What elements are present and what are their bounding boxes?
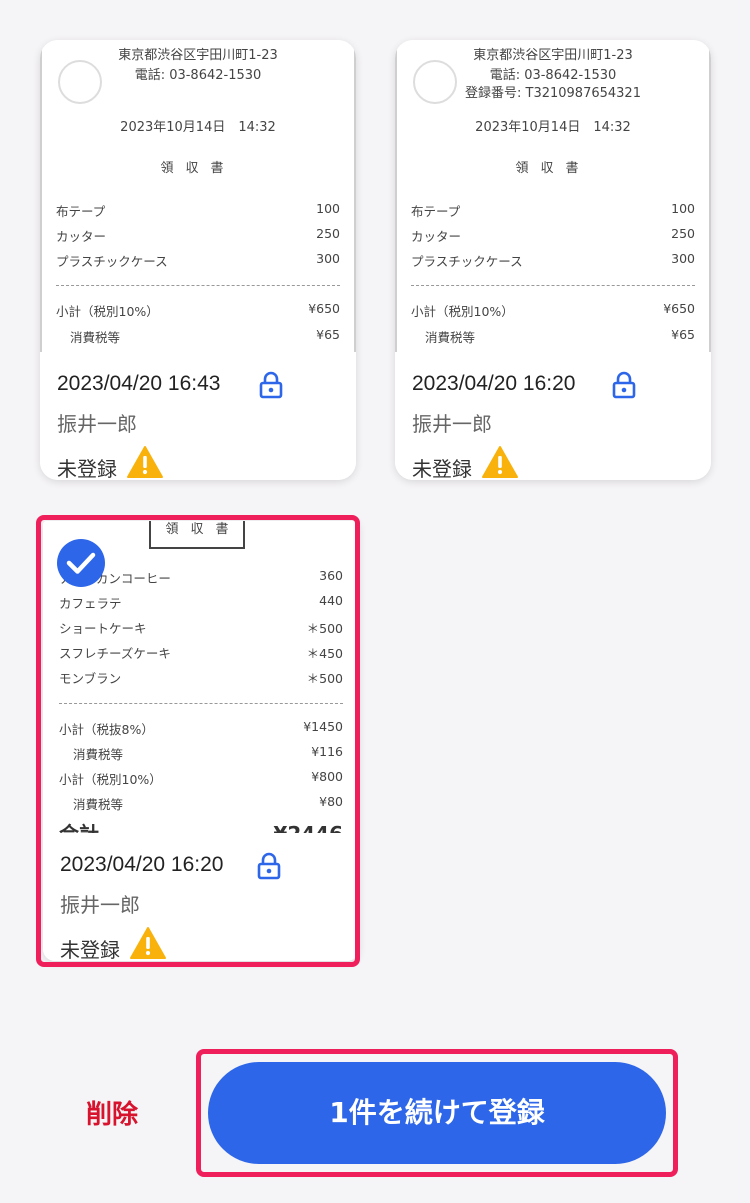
line-item: カッター 250 bbox=[56, 226, 340, 244]
receipt-title: 領収書 bbox=[149, 521, 245, 549]
delete-button[interactable]: 削除 bbox=[86, 1094, 138, 1131]
receipt-card-1[interactable]: 東京都渋谷区宇田川町1-23 電話: 03-8642-1530 2023年10月… bbox=[40, 40, 356, 480]
line-item: モンブラン ＊500 bbox=[59, 671, 343, 686]
receipt-info: 2023/04/20 16:43 振井一郎 未登録 bbox=[40, 352, 356, 480]
line-item: カッター 250 bbox=[411, 226, 695, 244]
line-item: 布テープ 100 bbox=[411, 201, 695, 219]
receipt-thumbnail: 領収書 アメリカンコーヒー 360 カフェラテ 440 ショートケーキ ＊500 スフ… bbox=[43, 521, 359, 833]
warning-icon bbox=[482, 446, 518, 478]
subtotal-row: 小計（税別10%） ¥650 bbox=[56, 301, 340, 319]
paper-edge bbox=[354, 40, 356, 352]
receipt-info: 2023/04/20 16:20 振井一郎 未登録 bbox=[395, 352, 711, 480]
tax-row: 消費税等 ¥116 bbox=[73, 744, 343, 762]
receipt-date: 2023年10月14日 14:32 bbox=[475, 120, 631, 135]
subtotal-row: 小計（税別10%） ¥800 bbox=[59, 769, 343, 787]
tax-row: 消費税等 ¥65 bbox=[425, 327, 695, 345]
subtotal-row: 小計（税別10%） ¥650 bbox=[411, 301, 695, 319]
divider bbox=[59, 703, 343, 704]
status-label: 未登録 bbox=[60, 938, 120, 961]
store-phone: 電話: 03-8642-1530 bbox=[489, 68, 617, 83]
status-label: 未登録 bbox=[57, 457, 117, 480]
tax-row: 消費税等 ¥65 bbox=[70, 327, 340, 345]
divider bbox=[411, 285, 695, 286]
register-button[interactable]: 1件を続けて登録 bbox=[208, 1062, 666, 1164]
user-name: 振井一郎 bbox=[60, 893, 140, 917]
user-name: 振井一郎 bbox=[57, 412, 137, 436]
lock-icon bbox=[259, 371, 283, 399]
receipt-card-3[interactable]: 領収書 アメリカンコーヒー 360 カフェラテ 440 ショートケーキ ＊500 スフ… bbox=[43, 521, 359, 961]
receipt-card-2[interactable]: 東京都渋谷区宇田川町1-23 電話: 03-8642-1530 登録番号: T3… bbox=[395, 40, 711, 480]
user-name: 振井一郎 bbox=[412, 412, 492, 436]
lock-icon bbox=[612, 371, 636, 399]
line-item: プラスチックケース 300 bbox=[411, 251, 695, 269]
receipt-thumbnail: 東京都渋谷区宇田川町1-23 電話: 03-8642-1530 2023年10月… bbox=[40, 40, 356, 352]
total-row: 合計¥2446 bbox=[59, 821, 343, 833]
store-phone: 電話: 03-8642-1530 bbox=[134, 68, 262, 83]
receipt-datetime: 2023/04/20 16:43 bbox=[57, 372, 221, 395]
receipt-thumbnail: 東京都渋谷区宇田川町1-23 電話: 03-8642-1530 登録番号: T3… bbox=[395, 40, 711, 352]
store-address: 東京都渋谷区宇田川町1-23 bbox=[118, 48, 278, 63]
receipt-info: 2023/04/20 16:20 振井一郎 未登録 bbox=[43, 833, 359, 961]
checkmark-icon[interactable] bbox=[56, 538, 106, 588]
receipt-title: 領収書 bbox=[160, 161, 236, 176]
line-item: スフレチーズケーキ ＊450 bbox=[59, 646, 343, 661]
warning-icon bbox=[127, 446, 163, 478]
status-label: 未登録 bbox=[412, 457, 472, 480]
receipt-date: 2023年10月14日 14:32 bbox=[120, 120, 276, 135]
line-item: プラスチックケース 300 bbox=[56, 251, 340, 269]
paper-edge bbox=[40, 40, 42, 352]
line-item: 布テープ 100 bbox=[56, 201, 340, 219]
receipt-datetime: 2023/04/20 16:20 bbox=[60, 853, 224, 876]
line-item: カフェラテ 440 bbox=[59, 593, 343, 611]
tax-row: 消費税等 ¥80 bbox=[73, 794, 343, 812]
lock-icon bbox=[257, 852, 281, 880]
receipt-datetime: 2023/04/20 16:20 bbox=[412, 372, 576, 395]
divider bbox=[56, 285, 340, 286]
receipt-title: 領収書 bbox=[515, 161, 591, 176]
subtotal-row: 小計（税抜8%） ¥1450 bbox=[59, 719, 343, 737]
store-address: 東京都渋谷区宇田川町1-23 bbox=[473, 48, 633, 63]
line-item: ショートケーキ ＊500 bbox=[59, 621, 343, 636]
registration-number: 登録番号: T3210987654321 bbox=[465, 86, 641, 101]
warning-icon bbox=[130, 927, 166, 959]
